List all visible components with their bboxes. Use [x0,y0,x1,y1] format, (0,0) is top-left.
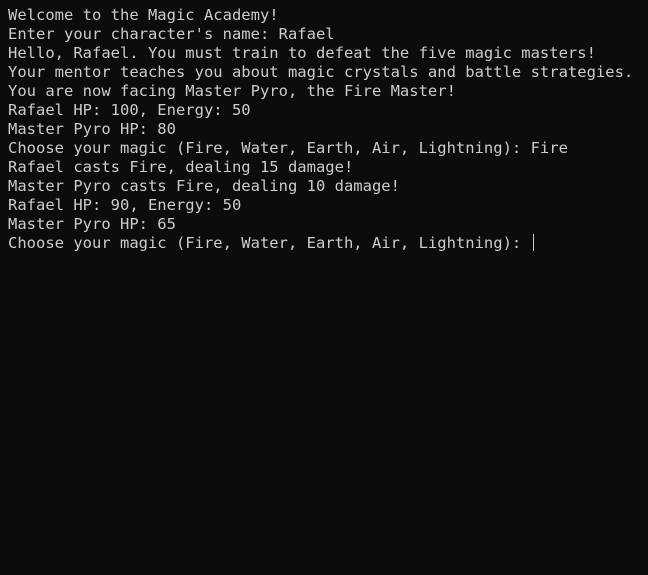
output-line: Welcome to the Magic Academy! [8,6,279,24]
output-line: Your mentor teaches you about magic crys… [8,63,634,81]
output-line: Master Pyro HP: 65 [8,215,176,233]
input-prompt: Choose your magic (Fire, Water, Earth, A… [8,234,531,252]
input-line[interactable]: Choose your magic (Fire, Water, Earth, A… [8,234,640,253]
output-line: You are now facing Master Pyro, the Fire… [8,82,456,100]
output-line: Hello, Rafael. You must train to defeat … [8,44,596,62]
output-line: Master Pyro casts Fire, dealing 10 damag… [8,177,400,195]
output-line: Master Pyro HP: 80 [8,120,176,138]
terminal-window[interactable]: Welcome to the Magic Academy! Enter your… [0,0,648,575]
output-line: Rafael HP: 90, Energy: 50 [8,196,242,214]
output-line: Rafael HP: 100, Energy: 50 [8,101,251,119]
output-line: Rafael casts Fire, dealing 15 damage! [8,158,354,176]
output-line: Choose your magic (Fire, Water, Earth, A… [8,139,568,157]
text-cursor [532,234,534,251]
output-line: Enter your character's name: Rafael [8,25,335,43]
